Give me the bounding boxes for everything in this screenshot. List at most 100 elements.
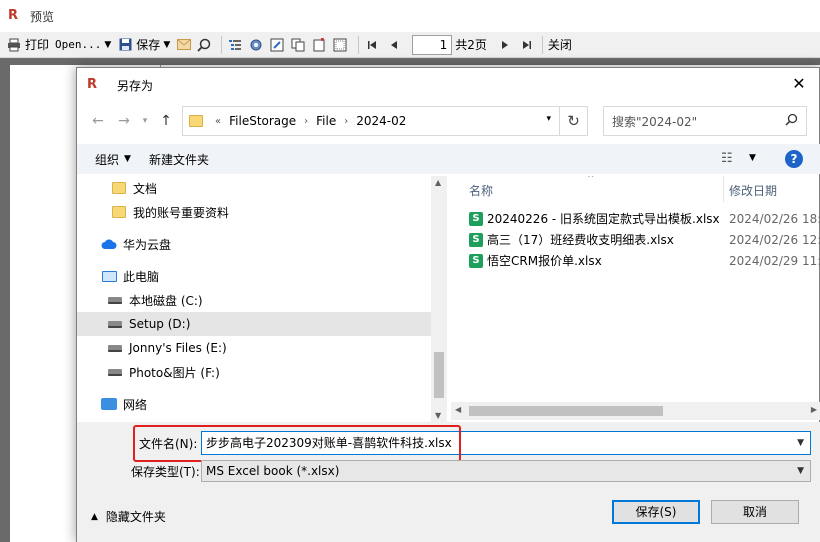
forward-arrow-icon[interactable]: → xyxy=(111,108,137,134)
save-dropdown-icon[interactable]: ▼ xyxy=(163,40,170,50)
column-header-name[interactable]: 名称 xyxy=(469,182,493,199)
first-page-icon[interactable] xyxy=(364,37,380,53)
app-titlebar: R 预览 xyxy=(0,0,820,32)
breadcrumb-item[interactable]: FileStorage xyxy=(229,114,296,128)
chevron-right-icon[interactable]: › xyxy=(304,116,308,127)
save-as-dialog: R 另存为 ✕ ← → ▾ ↑ « FileStorage › File › 2… xyxy=(76,67,820,542)
save-button[interactable]: 保存(S) xyxy=(612,500,700,524)
nav-item-label: 我的账号重要资料 xyxy=(133,205,230,220)
open-button[interactable]: Open... ▼ xyxy=(55,34,111,56)
file-date: 2024/02/29 11: xyxy=(729,253,820,268)
column-divider[interactable] xyxy=(723,176,724,202)
last-page-icon[interactable] xyxy=(519,37,535,53)
nav-item-network[interactable]: 网络 xyxy=(77,392,431,416)
settings-icon[interactable] xyxy=(248,37,264,53)
new-folder-button[interactable]: 新建文件夹 xyxy=(149,151,209,168)
nav-pane-scrollbar[interactable]: ▲ ▼ xyxy=(431,176,447,422)
drive-icon xyxy=(107,365,123,379)
scroll-left-icon[interactable]: ◀ xyxy=(455,405,461,414)
view-dropdown-icon[interactable]: ▼ xyxy=(749,153,756,163)
scrollbar-thumb[interactable] xyxy=(434,352,444,398)
edit-icon[interactable] xyxy=(269,37,285,53)
prev-page-icon[interactable] xyxy=(386,37,402,53)
find-icon[interactable] xyxy=(196,37,212,53)
search-input[interactable]: 搜索"2024-02" xyxy=(603,106,807,136)
recent-dropdown-icon[interactable]: ▾ xyxy=(137,108,153,134)
nav-item-huawei-cloud[interactable]: 华为云盘 xyxy=(77,232,431,256)
nav-item-this-pc[interactable]: 此电脑 xyxy=(77,264,431,288)
drive-icon xyxy=(107,293,123,307)
scrollbar-thumb[interactable] xyxy=(469,406,663,416)
close-preview-button[interactable]: 关闭 xyxy=(548,36,572,53)
chevron-right-icon[interactable]: › xyxy=(344,116,348,127)
overflow-chevron-icon[interactable]: « xyxy=(215,116,221,127)
search-icon xyxy=(785,113,798,130)
column-header-row: ^ 名称 修改日期 xyxy=(451,176,820,202)
page-number-input[interactable]: 1 xyxy=(412,34,453,55)
save-toolbar-button[interactable]: 保存 ▼ xyxy=(117,34,170,56)
folder-icon xyxy=(111,181,127,195)
excel-file-icon: S xyxy=(469,253,483,268)
nav-item-drive-e[interactable]: Jonny's Files (E:) xyxy=(77,336,431,360)
computer-icon xyxy=(101,269,117,283)
scroll-down-icon[interactable]: ▼ xyxy=(435,411,441,420)
chevron-down-icon[interactable]: ▼ xyxy=(797,432,804,454)
drive-icon xyxy=(107,341,123,355)
filetype-label: 保存类型(T): xyxy=(131,465,200,479)
hide-folders-toggle[interactable]: ▲ 隐藏文件夹 xyxy=(91,508,166,525)
column-header-date[interactable]: 修改日期 xyxy=(729,182,777,199)
app-title: 预览 xyxy=(30,9,55,24)
nav-item-drive-c[interactable]: 本地磁盘 (C:) xyxy=(77,288,431,312)
nav-item-drive-d[interactable]: Setup (D:) xyxy=(77,312,431,336)
cancel-button[interactable]: 取消 xyxy=(711,500,799,524)
excel-file-icon: S xyxy=(469,211,483,226)
up-arrow-icon[interactable]: ↑ xyxy=(153,108,179,134)
organize-label: 组织 xyxy=(95,152,120,167)
file-list-hscrollbar[interactable]: ◀ ▶ xyxy=(451,402,820,420)
print-label: 打印 xyxy=(25,38,50,52)
organize-button[interactable]: 组织 ▼ xyxy=(95,151,131,168)
refresh-icon[interactable]: ↻ xyxy=(560,106,588,136)
address-bar[interactable]: « FileStorage › File › 2024-02 ▾ xyxy=(182,106,560,136)
breadcrumb-item[interactable]: 2024-02 xyxy=(356,114,406,128)
file-name: 高三（17）班经费收支明细表.xlsx xyxy=(487,233,674,247)
file-row[interactable]: S 悟空CRM报价单.xlsx 2024/02/29 11: xyxy=(451,250,820,271)
address-dropdown-icon[interactable]: ▾ xyxy=(546,114,551,124)
outline-icon[interactable] xyxy=(227,37,243,53)
view-options-icon[interactable]: ☷ xyxy=(721,151,733,166)
chevron-down-icon[interactable]: ▼ xyxy=(797,461,804,481)
navigation-bar: ← → ▾ ↑ « FileStorage › File › 2024-02 ▾… xyxy=(77,104,820,138)
file-row[interactable]: S 20240226 - 旧系统固定款式导出模板.xlsx 2024/02/26… xyxy=(451,208,820,229)
nav-item-documents[interactable]: 文档 xyxy=(77,176,431,200)
save-options-panel: 文件名(N): 步步高电子202309对账单-喜鹊软件科技.xlsx ▼ 保存类… xyxy=(77,422,820,542)
scroll-up-icon[interactable]: ▲ xyxy=(435,178,441,187)
nav-item-label: Photo&图片 (F:) xyxy=(129,365,220,380)
filetype-select[interactable]: MS Excel book (*.xlsx) ▼ xyxy=(201,460,811,482)
file-row[interactable]: S 高三（17）班经费收支明细表.xlsx 2024/02/26 12: xyxy=(451,229,820,250)
total-pages: 共2页 xyxy=(455,38,487,52)
close-icon[interactable]: ✕ xyxy=(791,76,807,92)
file-name: 悟空CRM报价单.xlsx xyxy=(487,254,602,268)
excel-file-icon: S xyxy=(469,232,483,247)
dialog-titlebar: R 另存为 xyxy=(77,68,819,102)
nav-item-drive-f[interactable]: Photo&图片 (F:) xyxy=(77,360,431,384)
drive-icon xyxy=(107,317,123,331)
back-arrow-icon[interactable]: ← xyxy=(85,108,111,134)
open-dropdown-icon[interactable]: ▼ xyxy=(104,40,111,50)
copy-icon[interactable] xyxy=(290,37,306,53)
breadcrumb-item[interactable]: File xyxy=(316,114,336,128)
open-label: Open... xyxy=(55,38,102,51)
new-page-icon[interactable] xyxy=(311,37,327,53)
hide-folders-label: 隐藏文件夹 xyxy=(105,510,166,524)
nav-item-account-files[interactable]: 我的账号重要资料 xyxy=(77,200,431,224)
dialog-app-icon: R xyxy=(87,77,98,92)
email-icon[interactable] xyxy=(176,37,192,53)
help-icon[interactable]: ? xyxy=(785,150,803,168)
scroll-right-icon[interactable]: ▶ xyxy=(811,405,817,414)
page-setup-icon[interactable] xyxy=(332,37,348,53)
toolbar-separator xyxy=(541,35,543,54)
print-button[interactable]: 打印 xyxy=(6,34,49,56)
next-page-icon[interactable] xyxy=(497,37,513,53)
nav-item-label: 本地磁盘 (C:) xyxy=(129,293,203,308)
sort-up-icon: ^ xyxy=(587,176,595,184)
